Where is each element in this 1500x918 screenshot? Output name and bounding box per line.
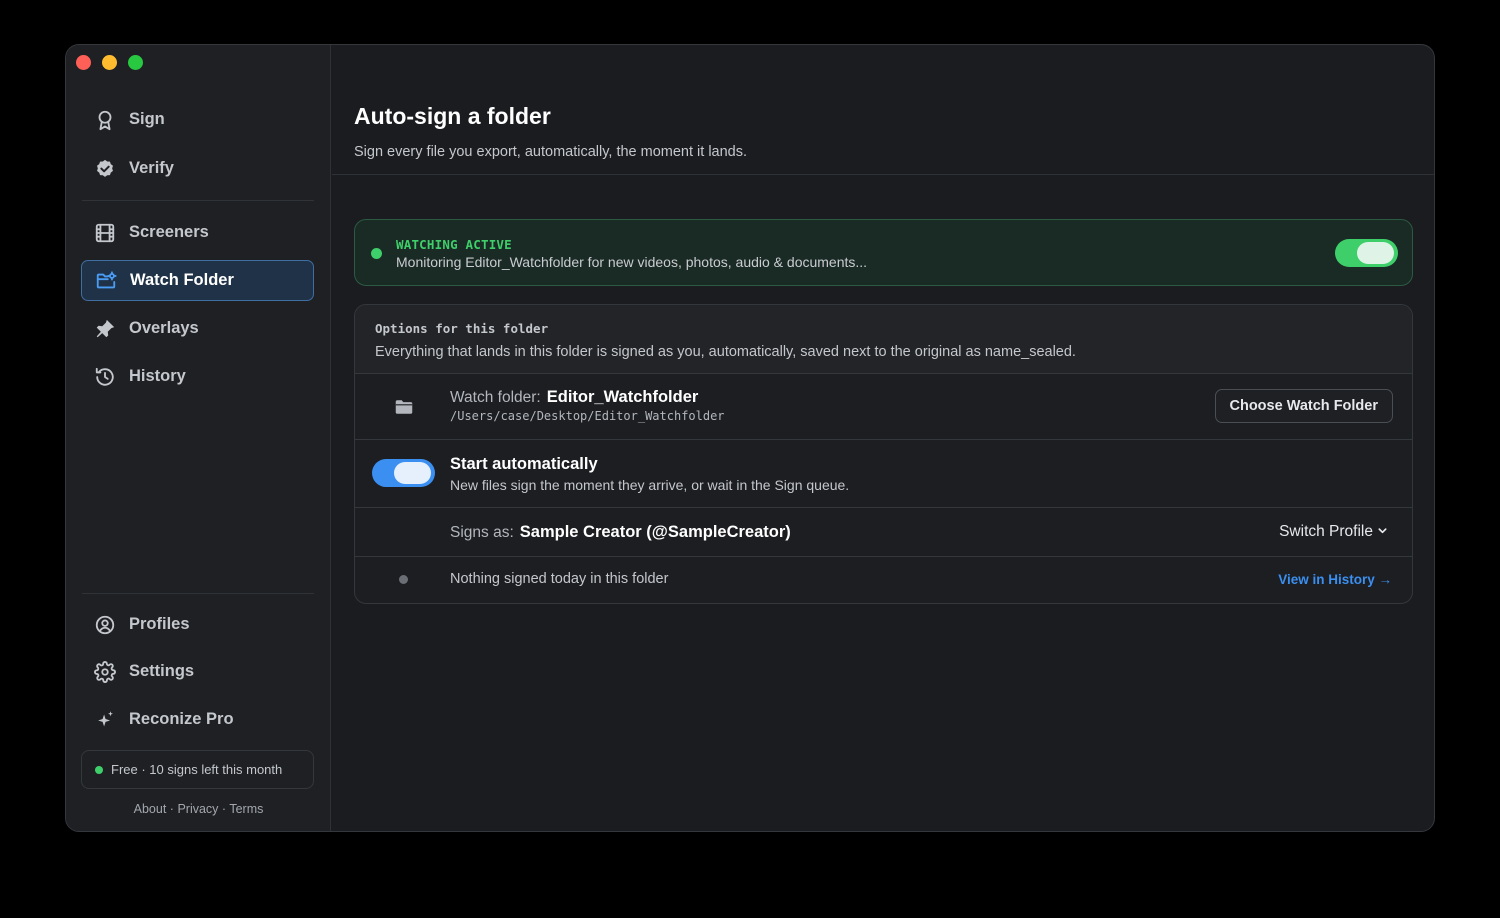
history-icon [81, 366, 129, 388]
sidebar-item-settings[interactable]: Settings [81, 651, 314, 692]
switch-profile-button[interactable]: Switch Profile [1279, 523, 1388, 541]
options-header: Options for this folder Everything that … [355, 305, 1412, 374]
chevron-down-icon [1377, 523, 1388, 541]
sidebar-divider [82, 200, 314, 201]
main-content: Auto-sign a folder Sign every file you e… [332, 45, 1434, 831]
sidebar-item-profiles[interactable]: Profiles [81, 604, 314, 645]
toggle-knob [394, 462, 431, 484]
status-description: Monitoring Editor_Watchfolder for new vi… [396, 254, 868, 270]
row-divider [355, 373, 1412, 374]
user-circle-icon [81, 614, 129, 636]
sidebar-item-history[interactable]: History [81, 356, 314, 397]
award-icon [81, 109, 129, 131]
start-automatically-description: New files sign the moment they arrive, o… [450, 477, 850, 493]
sidebar-item-label: Settings [129, 662, 195, 680]
close-window-button[interactable] [76, 55, 91, 70]
watch-folder-label: Watch folder: [450, 389, 541, 406]
choose-watch-folder-button[interactable]: Choose Watch Folder [1214, 389, 1393, 423]
sidebar-item-label: Profiles [129, 615, 190, 633]
gear-icon [81, 660, 129, 683]
folder-options-card: Options for this folder Everything that … [354, 304, 1413, 604]
terms-link[interactable]: Terms [229, 802, 263, 816]
sidebar-item-reconize-pro[interactable]: Reconize Pro [81, 699, 314, 740]
film-icon [81, 222, 129, 244]
plan-status-dot [95, 765, 103, 774]
status-indicator-dot [371, 248, 382, 259]
sidebar-item-verify[interactable]: Verify [81, 148, 314, 189]
history-status-text: Nothing signed today in this folder [450, 571, 669, 587]
sidebar-footer-links: About · Privacy · Terms [66, 802, 331, 816]
switch-profile-label: Switch Profile [1279, 523, 1373, 540]
sidebar-item-label: Reconize Pro [129, 710, 234, 728]
folder-settings-icon [82, 270, 130, 292]
watch-folder-line: Watch folder: Editor_Watchfolder [450, 388, 698, 407]
window-controls [76, 55, 143, 70]
row-divider [355, 439, 1412, 440]
page-subtitle: Sign every file you export, automaticall… [354, 144, 748, 160]
signs-as-line: Signs as: Sample Creator (@SampleCreator… [450, 523, 791, 542]
stamp-icon [81, 318, 129, 340]
privacy-link[interactable]: Privacy [177, 802, 218, 816]
toggle-knob [1357, 242, 1394, 264]
history-status-dot [399, 575, 408, 584]
footer-separator: · [221, 802, 227, 816]
signs-as-label: Signs as: [450, 524, 514, 541]
watch-folder-path: /Users/case/Desktop/Editor_Watchfolder [450, 409, 725, 423]
watching-toggle[interactable] [1335, 239, 1398, 267]
page-title: Auto-sign a folder [354, 103, 551, 129]
start-automatically-toggle[interactable] [372, 459, 435, 487]
minimize-window-button[interactable] [102, 55, 117, 70]
sidebar-item-sign[interactable]: Sign [81, 99, 314, 140]
watch-folder-name: Editor_Watchfolder [546, 388, 699, 406]
view-in-history-link[interactable]: View in History → [1278, 572, 1392, 587]
verified-badge-icon [81, 158, 129, 180]
start-automatically-title: Start automatically [450, 455, 598, 473]
signs-as-value: Sample Creator (@SampleCreator) [519, 523, 791, 541]
sidebar-item-label: Verify [129, 159, 174, 177]
sidebar-item-label: History [129, 367, 186, 385]
sidebar-item-label: Overlays [129, 319, 199, 337]
about-link[interactable]: About [134, 802, 167, 816]
sidebar-divider [82, 593, 314, 594]
sidebar-item-label: Sign [129, 110, 165, 128]
app-window: Sign Verify Screeners Watch Folder Overl… [65, 44, 1435, 832]
plan-status-badge[interactable]: Free · 10 signs left this month [81, 750, 314, 789]
sidebar-item-watch-folder[interactable]: Watch Folder [81, 260, 314, 301]
folder-icon [395, 399, 413, 420]
footer-separator: · [169, 802, 174, 816]
sidebar-item-label: Screeners [129, 223, 209, 241]
sidebar-item-label: Watch Folder [130, 271, 234, 289]
sidebar: Sign Verify Screeners Watch Folder Overl… [66, 45, 331, 831]
sparkles-icon [81, 709, 129, 731]
options-title: Options for this folder [375, 321, 549, 336]
options-description: Everything that lands in this folder is … [375, 344, 1076, 360]
sidebar-item-screeners[interactable]: Screeners [81, 212, 314, 253]
row-divider [355, 556, 1412, 557]
zoom-window-button[interactable] [128, 55, 143, 70]
sidebar-item-overlays[interactable]: Overlays [81, 308, 314, 349]
plan-status-text: Free · 10 signs left this month [111, 762, 283, 777]
status-title: WATCHING ACTIVE [396, 237, 512, 252]
row-divider [355, 507, 1412, 508]
watching-status-card: WATCHING ACTIVE Monitoring Editor_Watchf… [354, 219, 1413, 286]
header-divider [332, 174, 1434, 175]
